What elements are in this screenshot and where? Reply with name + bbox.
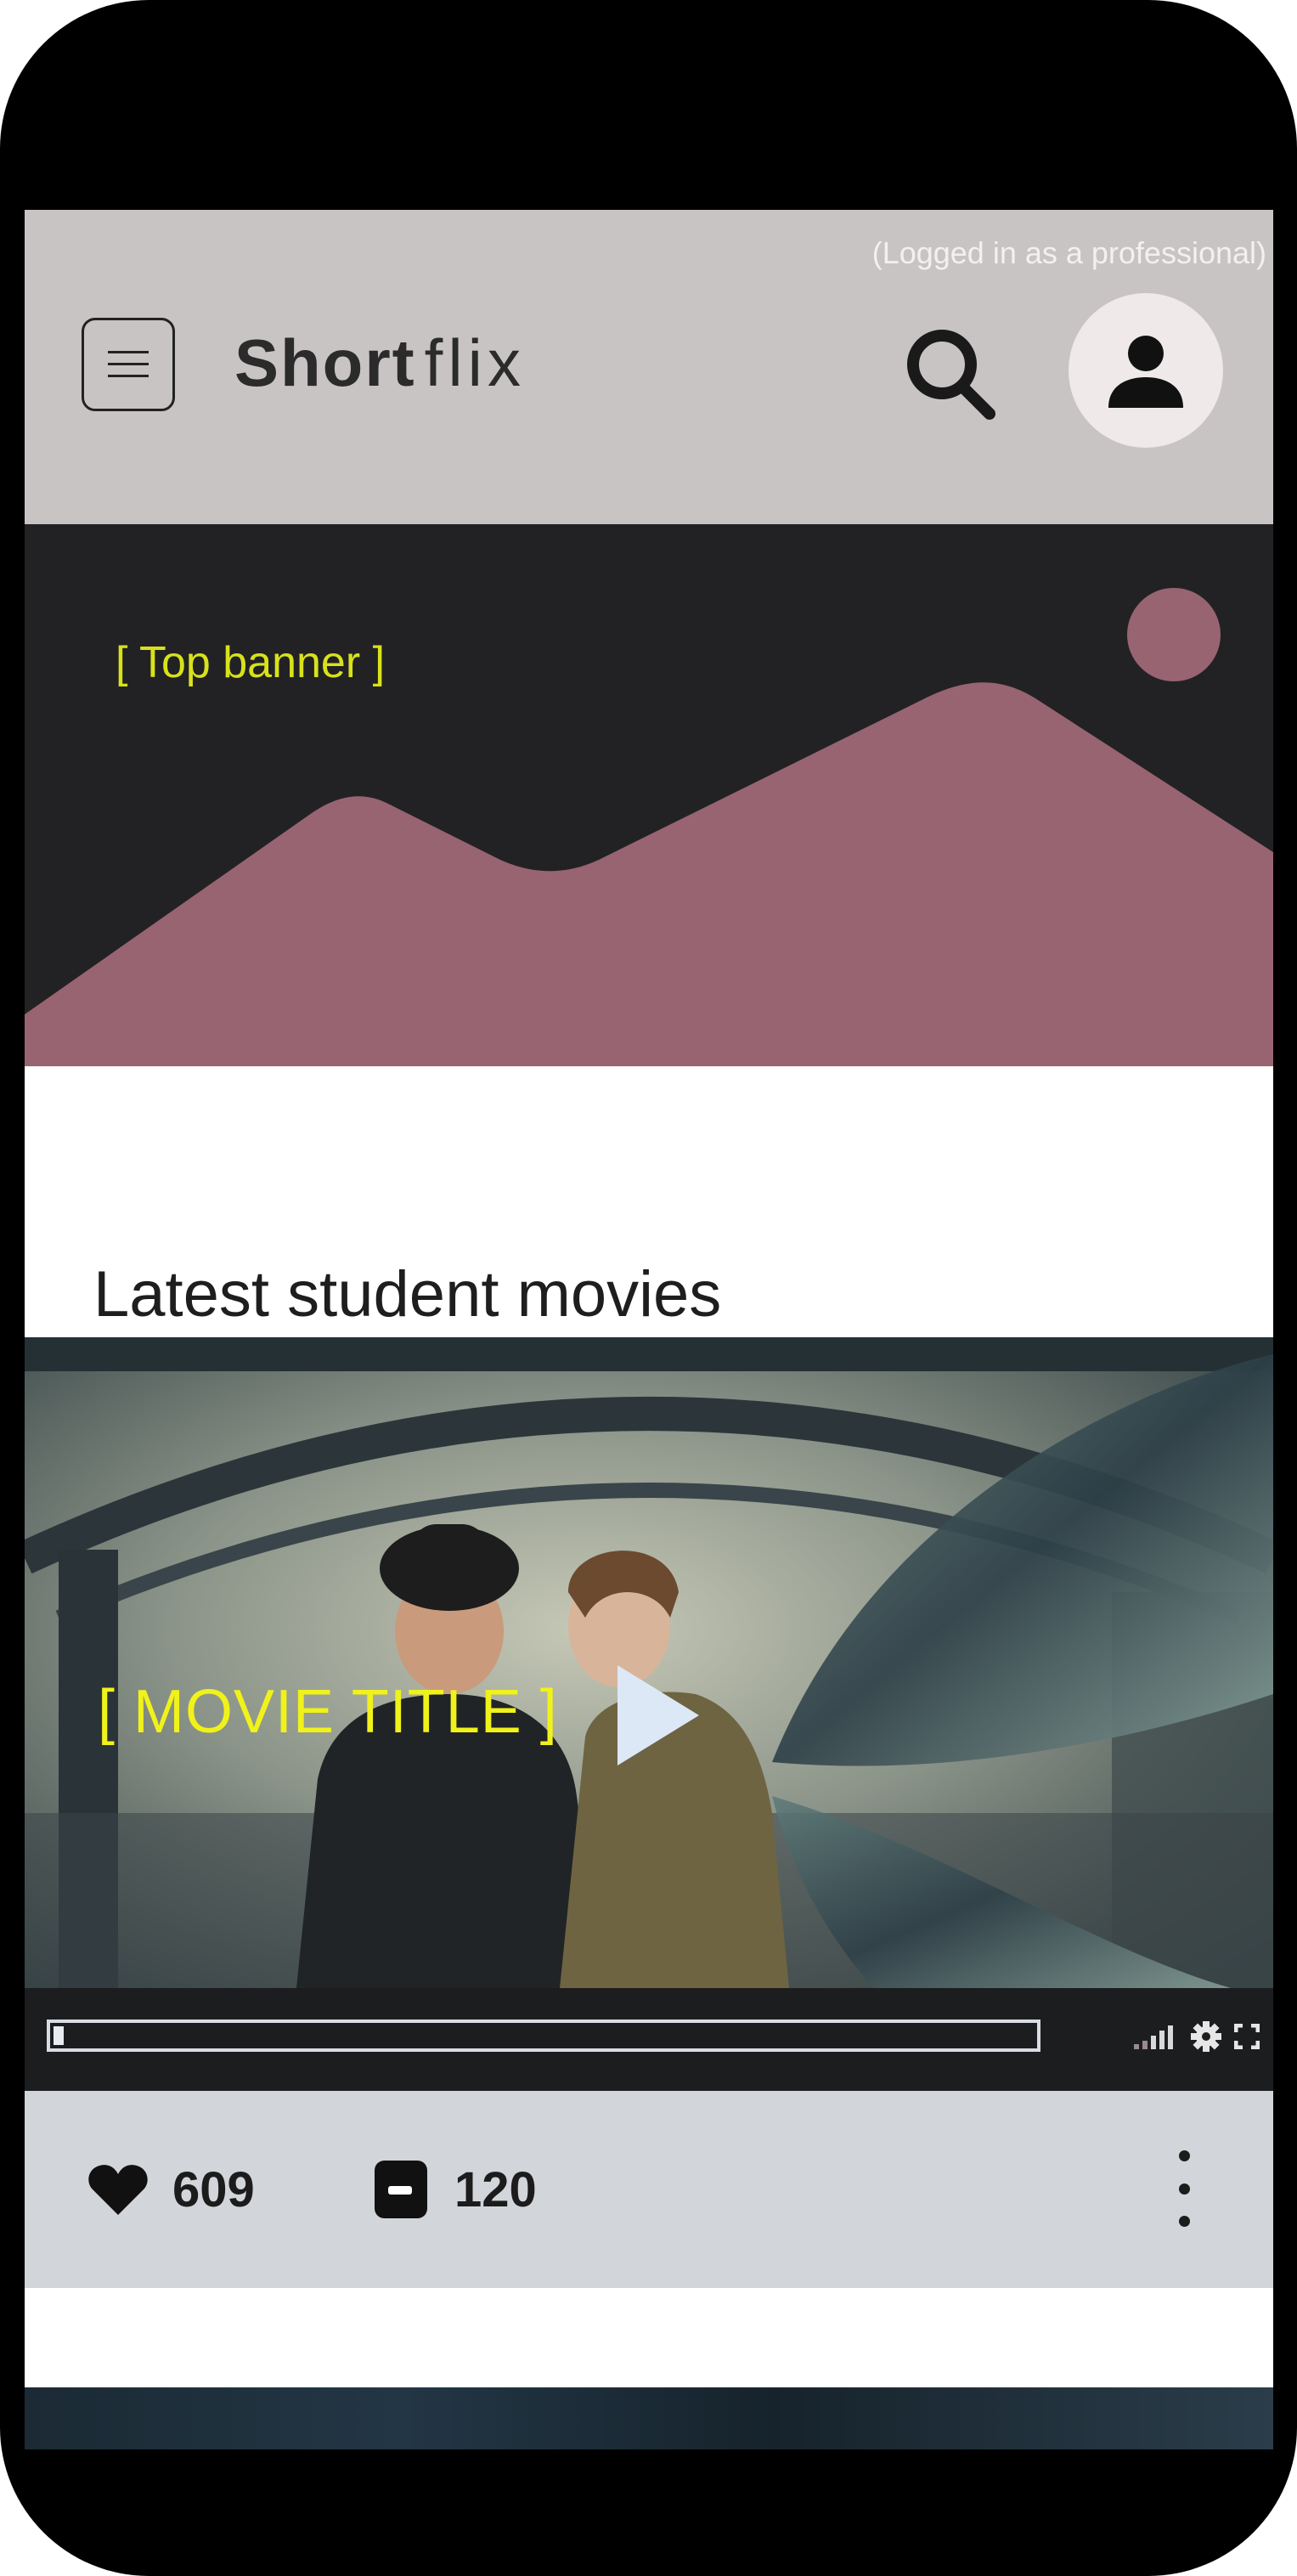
settings-icon[interactable]: [1190, 2020, 1222, 2053]
play-button[interactable]: [611, 1660, 704, 1771]
comment-count: 120: [454, 2161, 537, 2217]
user-icon: [1108, 336, 1183, 408]
login-status: (Logged in as a professional): [871, 235, 1266, 270]
section-title: Latest student movies: [93, 1258, 722, 1331]
like-count: 609: [172, 2161, 255, 2217]
signal-icon[interactable]: [1134, 2024, 1178, 2049]
fullscreen-icon[interactable]: [1234, 2024, 1260, 2049]
menu-icon: [108, 351, 149, 377]
comment-button[interactable]: 120: [371, 2159, 537, 2220]
heart-icon: [88, 2165, 148, 2215]
comment-icon: [375, 2161, 427, 2218]
shortflix-logo[interactable]: Short flix: [234, 320, 526, 405]
logo-text-bold: Short: [234, 325, 416, 400]
banner-mountains-shape: [25, 682, 1273, 1066]
action-bar: 609 120: [25, 2091, 1273, 2288]
video-progress-fill: [54, 2026, 64, 2045]
app-header: (Logged in as a professional) Short flix: [25, 210, 1273, 524]
video-progress-bar[interactable]: [47, 2020, 1040, 2052]
more-dot: [1178, 2216, 1190, 2227]
search-icon: [907, 330, 995, 420]
next-movie-thumbnail[interactable]: [25, 2387, 1273, 2449]
logo-text-light: flix: [424, 325, 526, 400]
banner-placeholder-image: [25, 588, 1273, 1066]
more-dot: [1178, 2150, 1190, 2161]
video-control-icons: [1134, 2014, 1260, 2059]
video-controls: [25, 1988, 1273, 2091]
menu-button[interactable]: [82, 318, 175, 411]
search-button[interactable]: [895, 320, 1006, 422]
like-button[interactable]: 609: [87, 2159, 255, 2220]
play-icon: [617, 1665, 699, 1765]
video-player[interactable]: [ MOVIE TITLE ]: [25, 1337, 1273, 1988]
banner-label: [ Top banner ]: [116, 638, 386, 687]
profile-button[interactable]: [1069, 293, 1223, 448]
movie-title: [ MOVIE TITLE ]: [98, 1678, 558, 1746]
banner-sun-shape: [1127, 588, 1221, 681]
phone-frame: (Logged in as a professional) Short flix: [0, 0, 1297, 2576]
more-dot: [1178, 2183, 1190, 2195]
more-options-button[interactable]: [1163, 2150, 1205, 2227]
app-screen: (Logged in as a professional) Short flix: [25, 210, 1273, 2449]
top-banner[interactable]: [ Top banner ]: [25, 524, 1273, 1066]
